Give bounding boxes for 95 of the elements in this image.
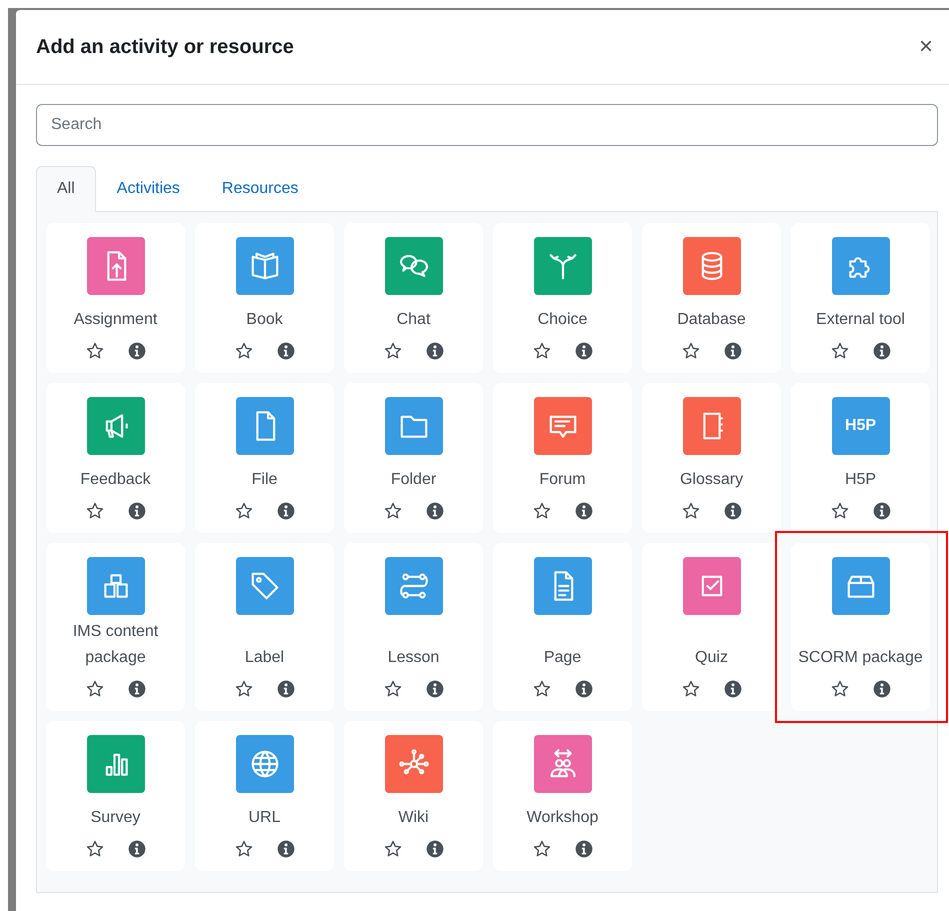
activity-name: Lesson bbox=[388, 648, 440, 668]
star-icon[interactable] bbox=[680, 501, 700, 521]
activity-card[interactable]: Database bbox=[642, 223, 781, 373]
search-field[interactable]: Search bbox=[36, 104, 938, 146]
info-icon[interactable] bbox=[126, 679, 146, 699]
activity-card[interactable]: Book bbox=[195, 223, 334, 373]
star-icon[interactable] bbox=[680, 679, 700, 699]
star-icon[interactable] bbox=[234, 501, 254, 521]
star-icon[interactable] bbox=[84, 679, 104, 699]
star-icon[interactable] bbox=[234, 839, 254, 859]
activity-card[interactable]: URL bbox=[195, 721, 334, 871]
info-icon[interactable] bbox=[126, 501, 146, 521]
close-button[interactable]: × bbox=[914, 33, 937, 61]
star-icon[interactable] bbox=[830, 501, 850, 521]
info-icon[interactable] bbox=[722, 501, 742, 521]
star-icon[interactable] bbox=[830, 679, 850, 699]
star-icon[interactable] bbox=[84, 501, 104, 521]
star-icon[interactable] bbox=[84, 341, 104, 361]
info-icon[interactable] bbox=[276, 501, 296, 521]
activity-name: File bbox=[252, 470, 278, 490]
info-icon[interactable] bbox=[424, 341, 444, 361]
info-icon[interactable] bbox=[872, 501, 892, 521]
star-icon[interactable] bbox=[830, 341, 850, 361]
info-icon[interactable] bbox=[126, 839, 146, 859]
star-icon[interactable] bbox=[84, 839, 104, 859]
tab[interactable]: Resources bbox=[200, 166, 320, 212]
info-icon[interactable] bbox=[424, 839, 444, 859]
info-icon[interactable] bbox=[872, 341, 892, 361]
activity-name: Label bbox=[244, 648, 284, 668]
activity-card[interactable]: Lesson bbox=[344, 543, 483, 711]
star-icon[interactable] bbox=[382, 839, 402, 859]
activity-card[interactable]: Quiz bbox=[642, 543, 781, 711]
activity-name: Page bbox=[544, 648, 582, 668]
tab[interactable]: All bbox=[36, 166, 96, 212]
activity-name: Forum bbox=[539, 470, 586, 490]
activity-name: Database bbox=[677, 310, 746, 330]
activity-card[interactable]: External tool bbox=[791, 223, 930, 373]
activity-card[interactable]: Folder bbox=[344, 383, 483, 533]
activity-name: Wiki bbox=[398, 808, 429, 828]
activity-card[interactable]: Assignment bbox=[46, 223, 185, 373]
activity-card[interactable]: Chat bbox=[344, 223, 483, 373]
activity-name: Folder bbox=[390, 470, 436, 490]
activity-name: External tool bbox=[816, 310, 905, 330]
activity-card[interactable]: Glossary bbox=[642, 383, 781, 533]
star-icon[interactable] bbox=[680, 341, 700, 361]
activity-card[interactable]: IMS content package bbox=[46, 543, 185, 711]
info-icon[interactable] bbox=[722, 341, 742, 361]
activity-name: IMS content package bbox=[72, 622, 160, 668]
activity-name: Chat bbox=[396, 310, 430, 330]
star-icon[interactable] bbox=[382, 341, 402, 361]
info-icon[interactable] bbox=[276, 839, 296, 859]
activity-name: Workshop bbox=[526, 808, 598, 828]
activity-card[interactable]: Workshop bbox=[493, 721, 632, 871]
activity-card[interactable]: Feedback bbox=[46, 383, 185, 533]
activity-card[interactable]: Label bbox=[195, 543, 334, 711]
info-icon[interactable] bbox=[574, 501, 594, 521]
activity-card[interactable]: Wiki bbox=[344, 721, 483, 871]
activity-card[interactable]: Page bbox=[493, 543, 632, 711]
info-icon[interactable] bbox=[722, 679, 742, 699]
activity-card[interactable]: Forum bbox=[493, 383, 632, 533]
star-icon[interactable] bbox=[532, 679, 552, 699]
star-icon[interactable] bbox=[382, 679, 402, 699]
tab[interactable]: Activities bbox=[96, 166, 201, 212]
info-icon[interactable] bbox=[126, 341, 146, 361]
activity-card[interactable]: Survey bbox=[46, 721, 185, 871]
activity-name: Glossary bbox=[680, 470, 744, 490]
activity-card[interactable]: File bbox=[195, 383, 334, 533]
activity-name: Book bbox=[246, 310, 283, 330]
activity-card[interactable]: Choice bbox=[493, 223, 632, 373]
star-icon[interactable] bbox=[382, 501, 402, 521]
activity-card[interactable]: H5P H5P bbox=[791, 383, 930, 533]
activity-name: Survey bbox=[90, 808, 140, 828]
star-icon[interactable] bbox=[234, 341, 254, 361]
info-icon[interactable] bbox=[276, 679, 296, 699]
info-icon[interactable] bbox=[872, 679, 892, 699]
activity-name: URL bbox=[248, 808, 280, 828]
star-icon[interactable] bbox=[234, 679, 254, 699]
activity-name: Quiz bbox=[695, 648, 728, 668]
star-icon[interactable] bbox=[532, 839, 552, 859]
dialog-title: Add an activity or resource bbox=[36, 36, 294, 58]
info-icon[interactable] bbox=[574, 679, 594, 699]
info-icon[interactable] bbox=[276, 341, 296, 361]
info-icon[interactable] bbox=[424, 501, 444, 521]
activity-icon: H5P bbox=[832, 397, 890, 455]
star-icon[interactable] bbox=[532, 341, 552, 361]
star-icon[interactable] bbox=[532, 501, 552, 521]
activity-name: Assignment bbox=[74, 310, 158, 330]
activity-name: Feedback bbox=[80, 470, 151, 490]
info-icon[interactable] bbox=[424, 679, 444, 699]
activity-card[interactable]: SCORM package bbox=[791, 543, 930, 711]
activity-name: Choice bbox=[538, 310, 588, 330]
activity-name: SCORM package bbox=[798, 648, 923, 668]
info-icon[interactable] bbox=[574, 341, 594, 361]
activity-name: H5P bbox=[844, 470, 876, 490]
info-icon[interactable] bbox=[574, 839, 594, 859]
